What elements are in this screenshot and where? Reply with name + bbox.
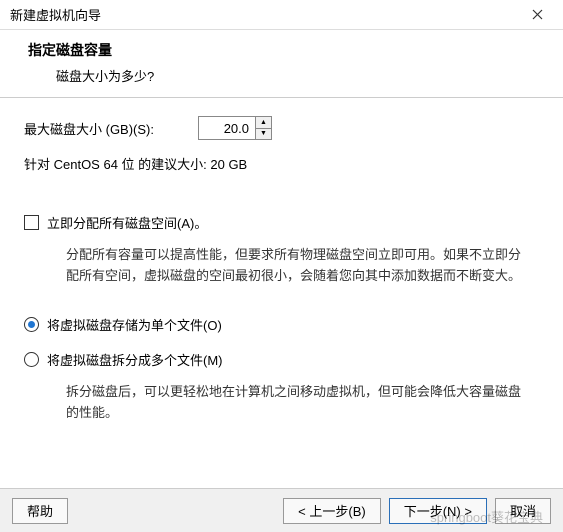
content: 最大磁盘大小 (GB)(S): ▲ ▼ 针对 CentOS 64 位 的建议大小… [0,116,563,424]
store-split-radio[interactable] [24,352,39,367]
spinner-down-button[interactable]: ▼ [256,129,271,140]
store-single-radio[interactable] [24,317,39,332]
next-button[interactable]: 下一步(N) > [389,498,487,524]
store-split-label: 将虚拟磁盘拆分成多个文件(M) [47,350,223,369]
close-button[interactable] [519,1,555,29]
spinner-up-button[interactable]: ▲ [256,117,271,129]
allocate-now-label: 立即分配所有磁盘空间(A)。 [47,213,207,232]
store-single-label: 将虚拟磁盘存储为单个文件(O) [47,315,222,334]
disk-size-spinner[interactable]: ▲ ▼ [198,116,272,140]
store-split-description: 拆分磁盘后，可以更轻松地在计算机之间移动虚拟机，但可能会降低大容量磁盘的性能。 [24,379,539,424]
disk-size-label: 最大磁盘大小 (GB)(S): [24,119,154,138]
allocate-now-description: 分配所有容量可以提高性能，但要求所有物理磁盘空间立即可用。如果不立即分配所有空间… [24,242,539,287]
back-button[interactable]: < 上一步(B) [283,498,381,524]
disk-size-recommendation: 针对 CentOS 64 位 的建议大小: 20 GB [24,154,539,173]
store-split-radio-row[interactable]: 将虚拟磁盘拆分成多个文件(M) [24,350,539,369]
allocate-now-checkbox-row[interactable]: 立即分配所有磁盘空间(A)。 [24,213,539,232]
window-title: 新建虚拟机向导 [10,5,101,24]
help-button[interactable]: 帮助 [12,498,68,524]
spinner-buttons: ▲ ▼ [255,117,271,139]
allocate-now-option: 立即分配所有磁盘空间(A)。 分配所有容量可以提高性能，但要求所有物理磁盘空间立… [24,213,539,287]
store-split-option: 将虚拟磁盘拆分成多个文件(M) 拆分磁盘后，可以更轻松地在计算机之间移动虚拟机，… [24,350,539,424]
cancel-button[interactable]: 取消 [495,498,551,524]
titlebar: 新建虚拟机向导 [0,0,563,30]
wizard-footer: 帮助 < 上一步(B) 下一步(N) > 取消 [0,488,563,532]
disk-size-row: 最大磁盘大小 (GB)(S): ▲ ▼ [24,116,539,140]
wizard-header: 指定磁盘容量 磁盘大小为多少? [0,30,563,97]
allocate-now-checkbox[interactable] [24,215,39,230]
store-single-radio-row[interactable]: 将虚拟磁盘存储为单个文件(O) [24,315,539,334]
page-title: 指定磁盘容量 [28,40,535,60]
close-icon [532,9,543,20]
disk-size-input[interactable] [199,117,255,139]
divider [0,97,563,98]
page-subtitle: 磁盘大小为多少? [28,66,535,85]
store-single-option: 将虚拟磁盘存储为单个文件(O) [24,315,539,334]
